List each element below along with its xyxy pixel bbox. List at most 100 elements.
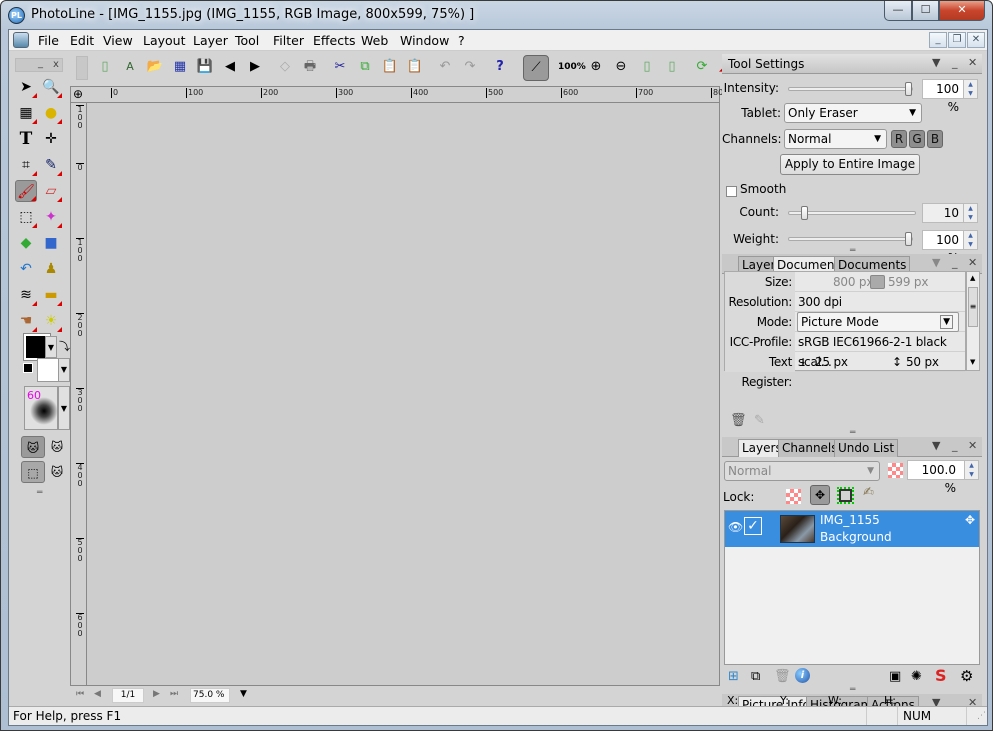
swap-colors-icon[interactable]: ⤵	[59, 338, 70, 354]
brush-dropdown[interactable]: ▼	[58, 386, 70, 430]
paste-icon[interactable]: 📋	[381, 58, 399, 76]
menu-layout[interactable]: Layout	[143, 33, 186, 48]
width-value[interactable]: 800 px	[833, 272, 873, 292]
smudge-tool-icon[interactable]: ≋	[15, 284, 37, 306]
weight-slider-thumb[interactable]	[905, 232, 912, 246]
title-bar[interactable]: PL PhotoLine - [IMG_1155.jpg (IMG_1155, …	[1, 1, 992, 29]
opacity-field[interactable]: 100.0 % ▲ ▼	[907, 460, 979, 495]
ruler-origin-icon[interactable]: ⊕	[73, 88, 83, 100]
rect-select-tool-icon[interactable]: ⬚	[15, 206, 37, 228]
app-icon[interactable]: PL	[8, 7, 25, 24]
scroll-thumb[interactable]: ≡	[968, 287, 978, 327]
zoom-out-icon[interactable]: ⊖	[612, 58, 630, 76]
path-tool-icon[interactable]: ✛	[40, 128, 62, 150]
first-page-icon[interactable]: ⏮	[76, 689, 84, 699]
layer-mask-icon[interactable]: ▣	[889, 669, 901, 684]
mdi-restore-button[interactable]: ❐	[948, 32, 966, 48]
foreground-color-dropdown[interactable]: ▼	[45, 336, 57, 358]
zoom-in-icon[interactable]: ⊕	[587, 58, 605, 76]
lock-paint-icon[interactable]: ✍	[863, 485, 874, 500]
panel-minimize-icon[interactable]: _	[952, 439, 958, 452]
trash-icon[interactable]: 🗑	[730, 413, 747, 428]
panel-menu-icon[interactable]: ▼	[932, 256, 940, 269]
intensity-slider[interactable]	[788, 82, 913, 96]
toolbox-close[interactable]: x	[53, 59, 59, 70]
undo-icon[interactable]: ↶	[436, 58, 454, 76]
layer-row[interactable]: 👁 ✓ IMG_1155 Background ✥	[725, 511, 979, 547]
layer-settings-gear-icon[interactable]: ⚙	[960, 667, 973, 685]
eraser-tool-icon[interactable]: ▱	[40, 180, 62, 202]
menu-web[interactable]: Web	[361, 33, 388, 48]
new-document-icon[interactable]: ▯	[96, 58, 114, 76]
intensity-slider-thumb[interactable]	[905, 82, 912, 96]
resize-grip[interactable]: ⋰	[966, 707, 986, 725]
mode-dropdown[interactable]: Picture Mode ▼	[797, 312, 959, 332]
intensity-field[interactable]: 100 % ▲ ▼	[922, 79, 978, 114]
channel-r-button[interactable]: R	[891, 130, 907, 148]
minimize-button[interactable]: —	[884, 1, 912, 21]
weight-slider[interactable]	[788, 232, 913, 246]
count-slider[interactable]	[788, 206, 916, 220]
stamp-tool-icon[interactable]: ♟	[40, 258, 62, 280]
canvas-area[interactable]: ⊕ 0 100 200 300 400 500 600 700 800 100010020030…	[70, 86, 728, 686]
layer-effects-icon[interactable]: ✺	[911, 669, 922, 684]
gradient-tool-icon[interactable]: ■	[40, 232, 62, 254]
menu-file[interactable]: File	[38, 33, 59, 48]
mask-mode-icon[interactable]: 🐱	[21, 436, 45, 458]
brush-tool-icon[interactable]: 🖌	[15, 180, 37, 202]
healing-tool-icon[interactable]: ▬	[40, 284, 62, 306]
menu-filter[interactable]: Filter	[273, 33, 304, 48]
toolbox-minimize[interactable]: _	[38, 58, 43, 69]
background-color-dropdown[interactable]: ▼	[58, 358, 70, 382]
duplicate-layer-icon[interactable]: ⧉	[751, 669, 760, 684]
menu-edit[interactable]: Edit	[70, 33, 94, 48]
tab-channels[interactable]: Channels	[778, 439, 842, 457]
mask-paint-icon[interactable]: 🐱	[46, 436, 68, 458]
panel-minimize-icon[interactable]: _	[952, 56, 958, 69]
new-layer-icon[interactable]: ⊞	[728, 669, 739, 684]
zoom-100-button[interactable]: 100%	[558, 58, 586, 76]
edit-icon[interactable]: ✎	[754, 413, 765, 428]
count-field[interactable]: 10 ▲ ▼	[922, 203, 978, 223]
context-help-icon[interactable]: ?	[491, 58, 509, 76]
menu-help[interactable]: ?	[458, 33, 465, 48]
height-value[interactable]: 599 px	[888, 272, 928, 292]
lock-size-icon[interactable]	[837, 487, 854, 504]
mask-view-icon[interactable]: 🐱	[46, 461, 68, 483]
blend-mode-dropdown[interactable]: Normal ▼	[724, 461, 880, 481]
toolbox-grip[interactable]: ═	[37, 488, 43, 498]
brush-preview[interactable]: 60	[24, 386, 58, 430]
vertical-ruler[interactable]: 100 0 100 200 300 400 500 600	[71, 103, 87, 685]
mdi-minimize-button[interactable]: _	[929, 32, 947, 48]
reset-colors-icon[interactable]	[23, 363, 33, 373]
channel-g-button[interactable]: G	[909, 130, 925, 148]
tablet-dropdown[interactable]: Only Eraser ▼	[784, 103, 922, 123]
panel-close-icon[interactable]: ✕	[968, 56, 977, 69]
scan-icon[interactable]: ◇	[276, 58, 294, 76]
page-field[interactable]: 1/1	[112, 688, 144, 703]
zoom-tool-icon[interactable]: 🔍	[40, 76, 62, 98]
count-spinner[interactable]: ▲ ▼	[963, 204, 977, 222]
opacity-spinner[interactable]: ▲ ▼	[964, 461, 978, 479]
last-page-icon[interactable]: ⏭	[170, 689, 178, 699]
panel-menu-icon[interactable]: ▼	[932, 56, 940, 69]
dodge-tool-icon[interactable]: ☀	[40, 310, 62, 332]
menu-window[interactable]: Window	[400, 33, 449, 48]
save-icon[interactable]: 💾	[196, 58, 214, 76]
print-icon[interactable]: 🖶	[301, 58, 319, 76]
ellipse-tool-icon[interactable]: ●	[40, 102, 62, 124]
menu-layer[interactable]: Layer	[193, 33, 228, 48]
mdi-close-button[interactable]: ✕	[967, 32, 985, 48]
zoom-dropdown-icon[interactable]: ▼	[240, 689, 247, 699]
paste-new-icon[interactable]: 📋	[406, 58, 424, 76]
next-icon[interactable]: ▶	[246, 58, 264, 76]
layer-style-icon[interactable]: S	[935, 666, 947, 685]
layer-checkbox[interactable]: ✓	[744, 517, 762, 535]
menu-effects[interactable]: Effects	[313, 33, 356, 48]
browser-icon[interactable]: ▦	[171, 58, 189, 76]
tab-undo-list[interactable]: Undo List	[834, 439, 899, 457]
copy-icon[interactable]: ⧉	[356, 58, 374, 76]
finger-tool-icon[interactable]: ☚	[15, 310, 37, 332]
redo-icon[interactable]: ↷	[461, 58, 479, 76]
channels-dropdown[interactable]: Normal ▼	[784, 129, 887, 149]
